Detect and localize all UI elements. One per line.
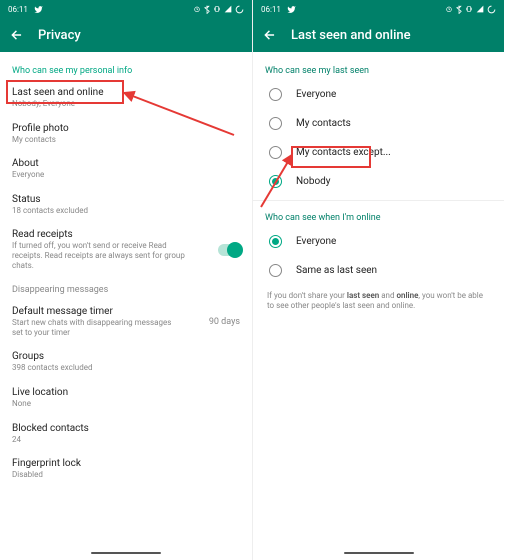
alarm-icon <box>193 5 201 13</box>
radio-contacts[interactable]: My contacts <box>253 109 504 138</box>
sub: 24 <box>12 435 240 445</box>
toggle-read-receipts[interactable] <box>218 244 240 256</box>
radio-online-same[interactable]: Same as last seen <box>253 256 504 285</box>
timer-value: 90 days <box>209 317 240 327</box>
label: Groups <box>12 351 240 362</box>
radio-label: Same as last seen <box>296 265 377 276</box>
sub: Disabled <box>12 470 240 480</box>
bluetooth-icon <box>456 5 462 14</box>
sub: None <box>12 399 240 409</box>
radio-label: My contacts except... <box>296 147 391 158</box>
radio-nobody[interactable]: Nobody <box>253 167 504 196</box>
label: Blocked contacts <box>12 423 240 434</box>
radio-icon <box>269 117 282 130</box>
clock: 06:11 <box>8 5 28 14</box>
row-last-seen[interactable]: Last seen and online Nobody, Everyone <box>0 80 252 116</box>
screen-privacy: 06:11 Privacy Who can see my personal in… <box>0 0 252 560</box>
label: Status <box>12 194 240 205</box>
nav-pill[interactable] <box>91 552 161 554</box>
row-groups[interactable]: Groups 398 contacts excluded <box>0 344 252 380</box>
row-default-timer[interactable]: Default message timer Start new chats wi… <box>0 299 252 344</box>
row-status[interactable]: Status 18 contacts excluded <box>0 187 252 223</box>
label: Read receipts <box>12 229 192 240</box>
section-last-seen: Who can see my last seen <box>253 58 504 80</box>
radio-contacts-except[interactable]: My contacts except... <box>253 138 504 167</box>
page-title: Last seen and online <box>291 28 411 43</box>
label: Profile photo <box>12 123 240 134</box>
label: About <box>12 158 240 169</box>
loading-icon <box>487 5 496 14</box>
twitter-icon <box>34 5 43 14</box>
twitter-icon <box>287 5 296 14</box>
radio-icon <box>269 264 282 277</box>
header: Privacy <box>0 18 252 52</box>
clock: 06:11 <box>261 5 281 14</box>
row-profile-photo[interactable]: Profile photo My contacts <box>0 116 252 152</box>
radio-everyone[interactable]: Everyone <box>253 80 504 109</box>
radio-icon <box>269 146 282 159</box>
alarm-icon <box>445 5 453 13</box>
sub: Nobody, Everyone <box>12 99 240 109</box>
sub: My contacts <box>12 135 240 145</box>
header: Last seen and online <box>253 18 504 52</box>
row-about[interactable]: About Everyone <box>0 151 252 187</box>
nav-pill[interactable] <box>344 552 414 554</box>
radio-icon <box>269 235 282 248</box>
radio-online-everyone[interactable]: Everyone <box>253 227 504 256</box>
back-icon[interactable] <box>10 28 24 42</box>
label: Live location <box>12 387 240 398</box>
screen-last-seen: 06:11 Last seen and online Who can see m… <box>252 0 504 560</box>
footer-note: If you don't share your last seen and on… <box>253 285 504 318</box>
sub: 18 contacts excluded <box>12 206 240 216</box>
row-live-location[interactable]: Live location None <box>0 380 252 416</box>
sub: 398 contacts excluded <box>12 363 240 373</box>
label: Last seen and online <box>12 87 240 98</box>
sub: Start new chats with disappearing messag… <box>12 318 182 337</box>
sub: Everyone <box>12 170 240 180</box>
vibrate-icon <box>213 5 221 13</box>
radio-label: Nobody <box>296 176 331 187</box>
vibrate-icon <box>465 5 473 13</box>
radio-icon <box>269 88 282 101</box>
page-title: Privacy <box>38 28 81 43</box>
radio-icon <box>269 175 282 188</box>
label: Fingerprint lock <box>12 458 240 469</box>
label: Default message timer <box>12 306 182 317</box>
row-read-receipts[interactable]: Read receipts If turned off, you won't s… <box>0 222 252 277</box>
row-fingerprint[interactable]: Fingerprint lock Disabled <box>0 451 252 487</box>
loading-icon <box>235 5 244 14</box>
signal-icon <box>224 5 232 13</box>
status-bar: 06:11 <box>253 0 504 18</box>
section-personal-info: Who can see my personal info <box>0 58 252 80</box>
status-icons <box>445 5 496 14</box>
row-blocked[interactable]: Blocked contacts 24 <box>0 416 252 452</box>
status-bar: 06:11 <box>0 0 252 18</box>
section-online: Who can see when I'm online <box>253 205 504 227</box>
bluetooth-icon <box>204 5 210 14</box>
radio-label: My contacts <box>296 118 351 129</box>
status-icons <box>193 5 244 14</box>
radio-label: Everyone <box>296 89 336 100</box>
section-disappearing: Disappearing messages <box>0 277 252 299</box>
sub: If turned off, you won't send or receive… <box>12 241 192 270</box>
back-icon[interactable] <box>263 28 277 42</box>
radio-label: Everyone <box>296 236 336 247</box>
divider <box>253 200 504 201</box>
signal-icon <box>476 5 484 13</box>
